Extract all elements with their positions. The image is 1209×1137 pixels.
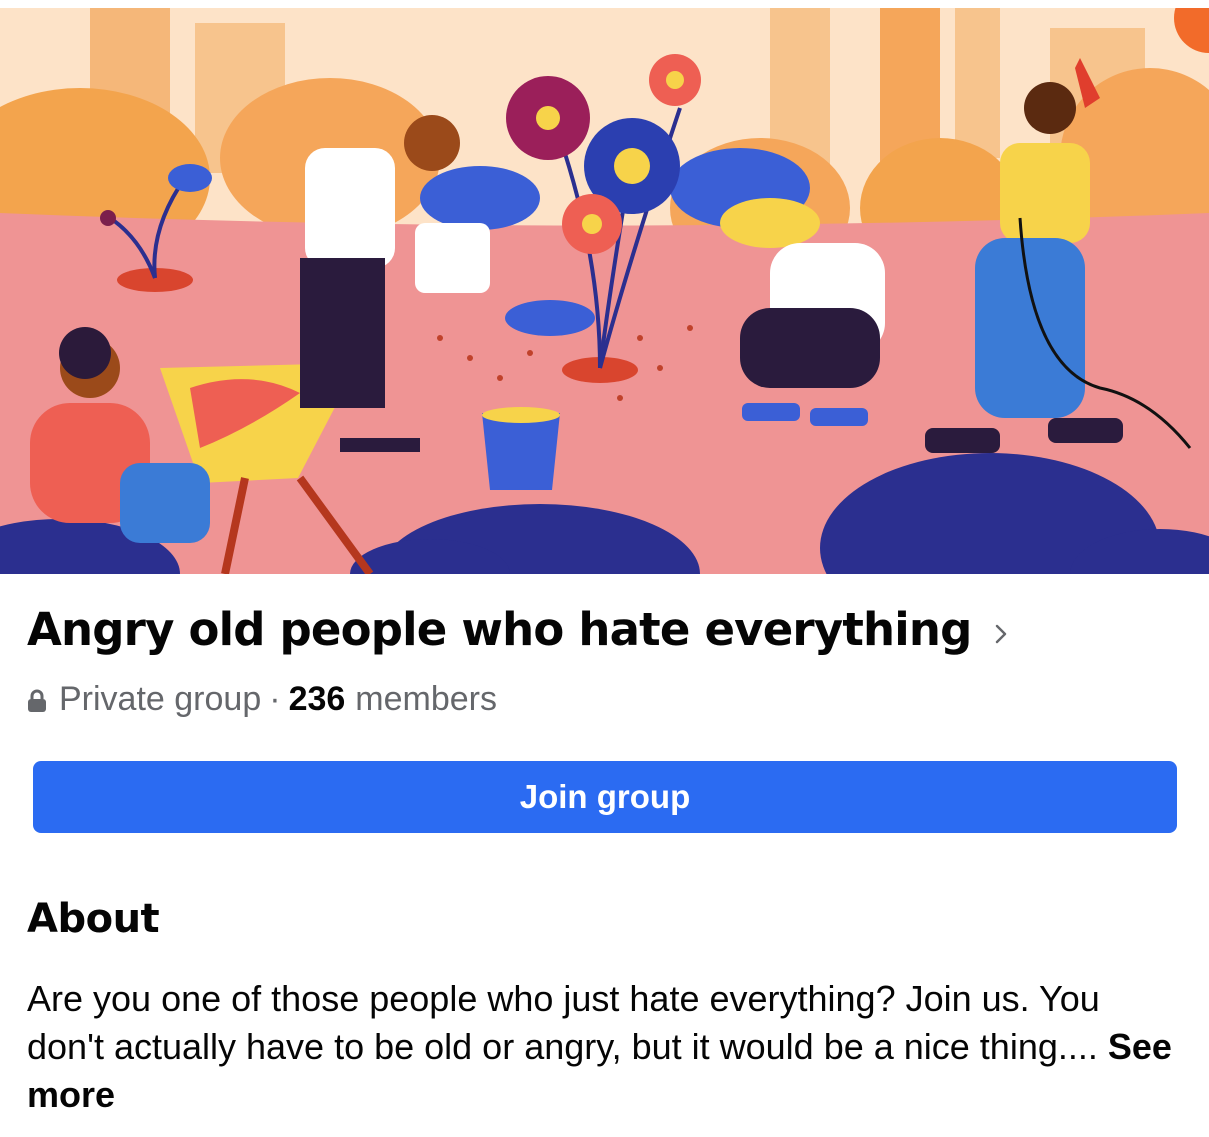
- group-meta: Private group · 236 members: [27, 680, 497, 719]
- about-heading: About: [27, 896, 160, 942]
- about-description: Are you one of those people who just hat…: [27, 975, 1177, 1119]
- group-cover-image: [0, 8, 1209, 574]
- members-label[interactable]: members: [355, 680, 497, 719]
- join-group-label: Join group: [519, 778, 691, 815]
- group-title[interactable]: Angry old people who hate everything: [27, 603, 972, 656]
- privacy-label: Private group: [59, 680, 262, 718]
- group-title-row[interactable]: Angry old people who hate everything: [27, 603, 1008, 656]
- chevron-right-icon[interactable]: [994, 623, 1008, 645]
- lock-icon: [28, 689, 46, 712]
- about-description-text: Are you one of those people who just hat…: [27, 978, 1108, 1067]
- group-page: Angry old people who hate everything Pri…: [0, 0, 1209, 1137]
- member-count[interactable]: 236: [289, 680, 346, 719]
- join-group-button[interactable]: Join group: [33, 761, 1177, 833]
- meta-separator: ·: [269, 680, 281, 718]
